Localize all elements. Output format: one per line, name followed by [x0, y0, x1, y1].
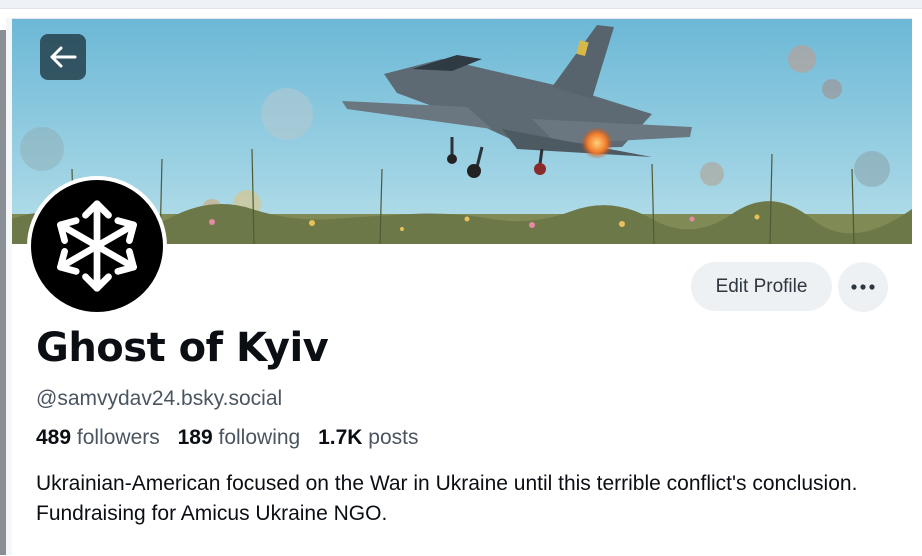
- followers-link[interactable]: 489 followers: [36, 426, 160, 449]
- posts-count: 1.7K: [318, 426, 363, 449]
- back-button[interactable]: [40, 34, 86, 80]
- arrow-left-icon: [50, 46, 77, 68]
- followers-count: 489: [36, 426, 72, 449]
- following-link[interactable]: 189 following: [178, 426, 301, 449]
- following-label: following: [218, 426, 301, 449]
- ellipsis-icon: [851, 284, 875, 290]
- display-name: Ghost of Kyiv: [36, 325, 329, 371]
- snowflake-arrows-logo: [57, 200, 137, 292]
- profile-stats: 489 followers 189 following 1.7K posts: [36, 426, 430, 450]
- profile-bio: Ukrainian-American focused on the War in…: [36, 472, 858, 525]
- profile-handle: @samvydav24.bsky.social: [36, 387, 283, 410]
- avatar[interactable]: [27, 176, 167, 316]
- profile-card: Edit Profile Ghost of Kyiv @samvydav24.b…: [12, 18, 912, 556]
- followers-label: followers: [76, 426, 160, 449]
- edit-profile-button[interactable]: Edit Profile: [691, 262, 832, 311]
- posts-stat: 1.7K posts: [318, 426, 418, 449]
- following-count: 189: [177, 426, 213, 449]
- more-options-button[interactable]: [838, 262, 888, 312]
- browser-top-strip: [0, 0, 922, 9]
- posts-label: posts: [368, 426, 419, 449]
